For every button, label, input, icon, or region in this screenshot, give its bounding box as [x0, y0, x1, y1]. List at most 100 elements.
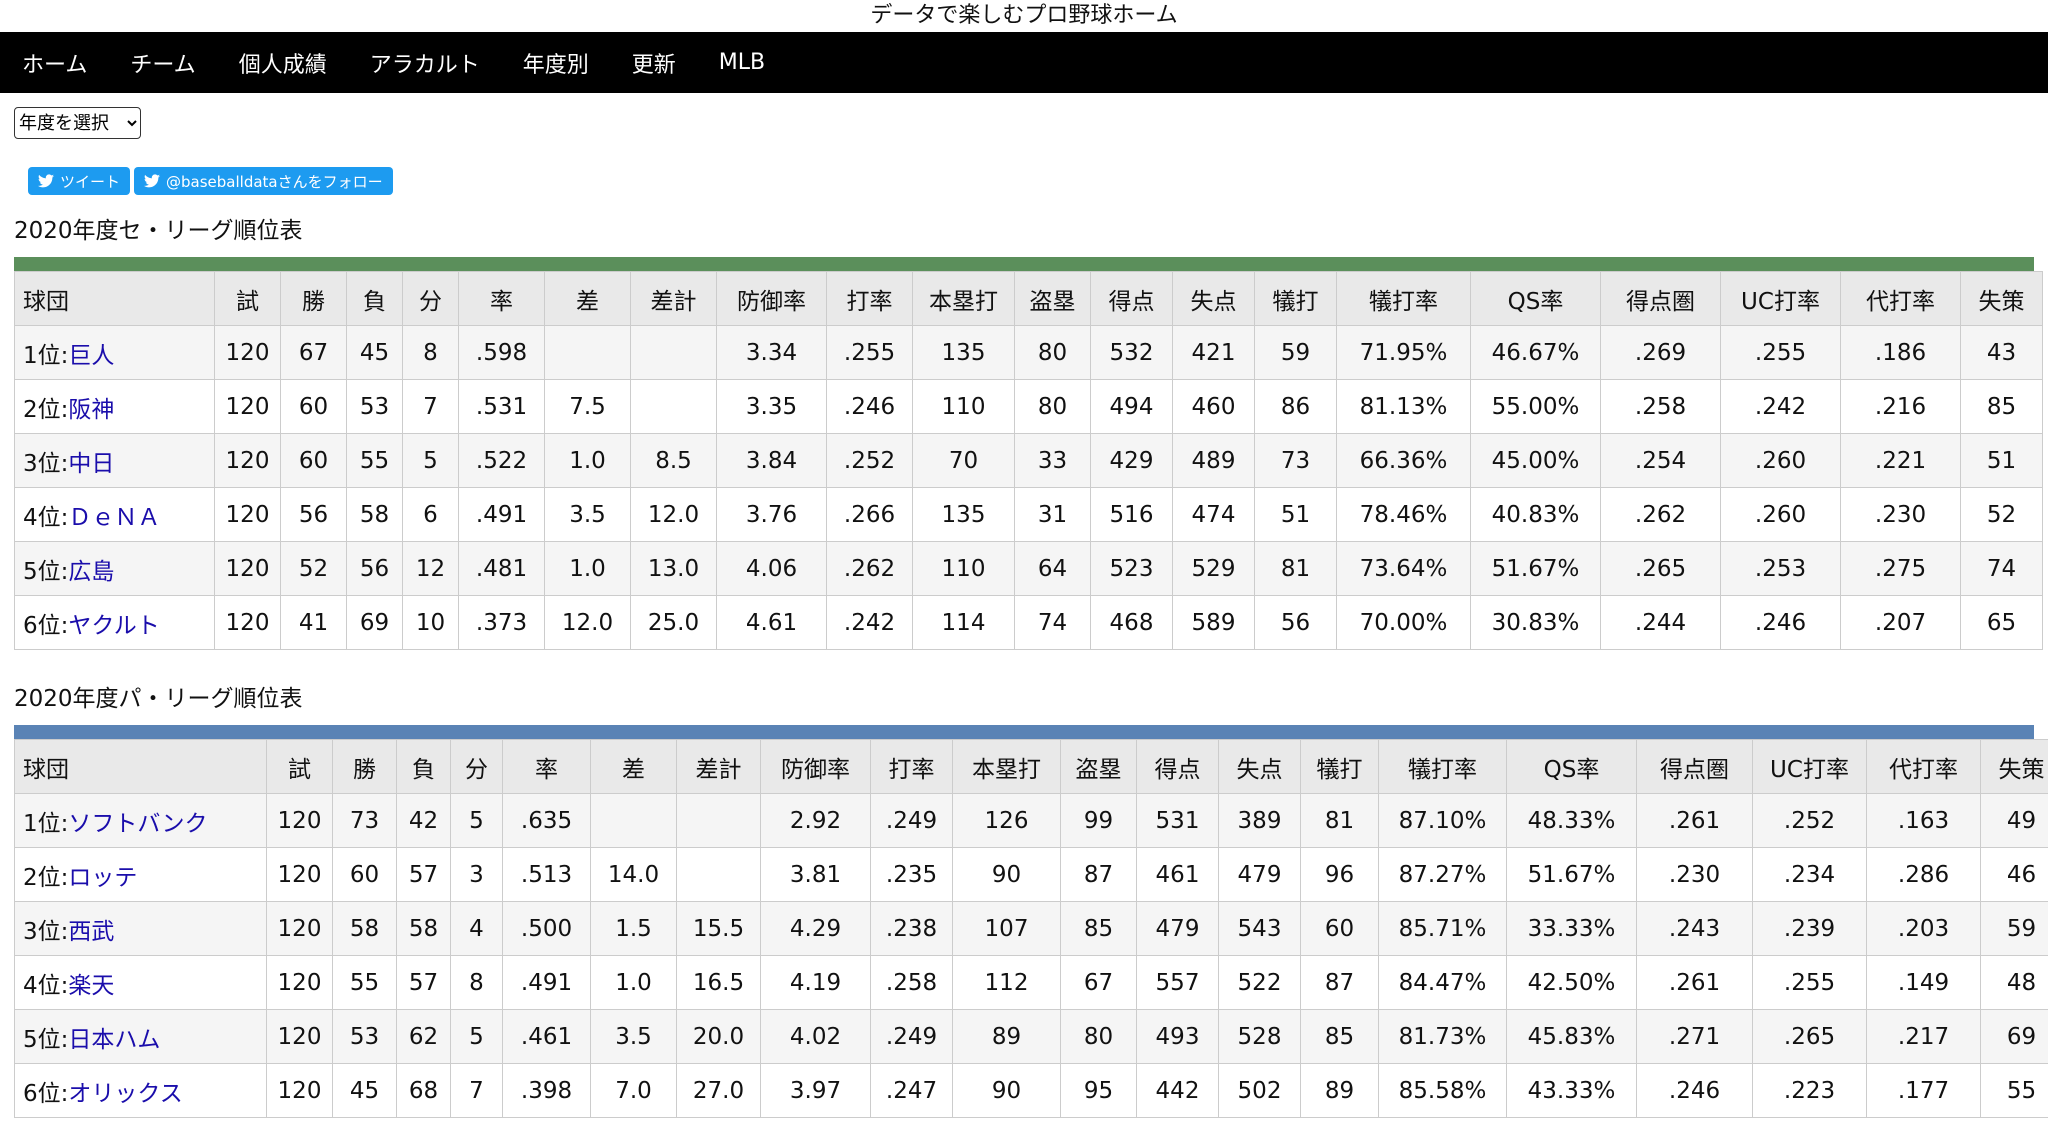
cell-sac-pct: 66.36% — [1336, 433, 1471, 488]
cell-hr: 89 — [952, 1009, 1061, 1064]
cell-errors: 55 — [1980, 1063, 2048, 1118]
team-link[interactable]: ヤクルト — [68, 613, 159, 639]
cell-risp: .230 — [1636, 847, 1753, 902]
cell-qs-pct: 46.67% — [1470, 325, 1601, 380]
cell-qs-pct: 51.67% — [1506, 847, 1637, 902]
team-link[interactable]: ＤｅＮＡ — [68, 505, 160, 531]
column-header-hr: 本塁打 — [912, 271, 1015, 326]
cell-runs: 532 — [1090, 325, 1173, 380]
team-link[interactable]: ソフトバンク — [68, 811, 207, 837]
cell-hr: 110 — [912, 541, 1015, 596]
cell-sac-pct: 85.58% — [1378, 1063, 1507, 1118]
table-row: 6位:ヤクルト 120 41 69 10.373 12.0 25.0 4.61.242 114 7… — [14, 595, 2043, 650]
cell-losses: 69 — [346, 595, 403, 650]
cell-avg: .249 — [870, 1009, 953, 1064]
rank-label: 3位: — [23, 450, 69, 477]
team-link[interactable]: 巨人 — [68, 343, 114, 369]
cell-sac: 87 — [1300, 955, 1379, 1010]
cell-pct: .635 — [502, 793, 591, 848]
cell-sb: 74 — [1014, 595, 1091, 650]
cell-avg: .249 — [870, 793, 953, 848]
cell-draws: 8 — [450, 955, 503, 1010]
cell-draws: 7 — [402, 379, 459, 434]
column-header-team: 球団 — [14, 739, 267, 794]
nav-mlb[interactable]: MLB — [697, 50, 786, 75]
nav-updates[interactable]: 更新 — [610, 47, 697, 79]
team-link[interactable]: 中日 — [68, 451, 114, 477]
cell-gb-total: 12.0 — [630, 487, 717, 542]
cell-games: 120 — [214, 487, 281, 542]
cell-uc-avg: .255 — [1720, 325, 1841, 380]
column-header-avg: 打率 — [870, 739, 953, 794]
cell-uc-avg: .252 — [1752, 793, 1867, 848]
cell-sac: 59 — [1254, 325, 1337, 380]
nav-team[interactable]: チーム — [108, 47, 216, 79]
column-header-losses: 負 — [396, 739, 451, 794]
year-select[interactable]: 年度を選択 — [14, 107, 141, 139]
cell-risp: .243 — [1636, 901, 1753, 956]
team-link[interactable]: ロッテ — [68, 865, 137, 891]
cell-errors: 51 — [1960, 433, 2043, 488]
nav-by-year[interactable]: 年度別 — [501, 47, 610, 79]
cell-gb-total — [676, 847, 761, 902]
cell-runs: 531 — [1136, 793, 1219, 848]
cell-runs-allowed: 543 — [1218, 901, 1301, 956]
team-link[interactable]: 楽天 — [68, 973, 114, 999]
follow-label: @baseballdataさんをフォロー — [166, 172, 383, 191]
nav-alacarte[interactable]: アラカルト — [348, 47, 501, 79]
tweet-button[interactable]: ツイート — [28, 167, 131, 195]
cell-avg: .252 — [826, 433, 913, 488]
cell-wins: 55 — [332, 955, 397, 1010]
cell-sac: 85 — [1300, 1009, 1379, 1064]
team-cell: 2位:ロッテ — [14, 847, 267, 902]
table-row: 1位:巨人 120 67 45 8.598 3.34.255 135 80 532 421 59 71… — [14, 325, 2043, 380]
table-header-row: 球団試勝負分率差差計 防御率 打率 本塁打 盗塁 得点 失点 犠打 犠打率 QS率 得点圏 UC打率代… — [14, 271, 2043, 326]
twitter-bird-icon — [144, 174, 161, 188]
cell-losses: 58 — [396, 901, 451, 956]
cell-risp: .261 — [1636, 955, 1753, 1010]
team-link[interactable]: 西武 — [68, 919, 114, 945]
nav-individual-stats[interactable]: 個人成績 — [217, 47, 348, 79]
cell-avg: .238 — [870, 901, 953, 956]
column-header-sac-pct: 犠打率 — [1336, 271, 1471, 326]
column-header-pct: 率 — [502, 739, 591, 794]
cell-hr: 112 — [952, 955, 1061, 1010]
nav-home[interactable]: ホーム — [0, 47, 108, 79]
rank-label: 2位: — [23, 864, 69, 891]
column-header-draws: 分 — [450, 739, 503, 794]
team-link[interactable]: 広島 — [68, 559, 114, 585]
cell-hr: 126 — [952, 793, 1061, 848]
cell-sac-pct: 87.10% — [1378, 793, 1507, 848]
cell-sac: 86 — [1254, 379, 1337, 434]
cell-pct: .522 — [458, 433, 545, 488]
cell-gb-total — [630, 379, 717, 434]
cell-ph-avg: .177 — [1866, 1063, 1981, 1118]
cell-runs-allowed: 489 — [1172, 433, 1255, 488]
cell-pct: .598 — [458, 325, 545, 380]
table-row: 5位:広島 120 52 56 12.481 1.0 13.0 4.06.262 110 64 52… — [14, 541, 2043, 596]
cell-risp: .258 — [1600, 379, 1721, 434]
team-link[interactable]: 阪神 — [68, 397, 114, 423]
social-buttons: ツイート @baseballdataさんをフォロー — [28, 167, 393, 195]
cell-sac-pct: 84.47% — [1378, 955, 1507, 1010]
site-title: データで楽しむプロ野球ホーム — [870, 3, 1178, 28]
cell-qs-pct: 42.50% — [1506, 955, 1637, 1010]
team-link[interactable]: オリックス — [68, 1081, 182, 1107]
cell-hr: 135 — [912, 487, 1015, 542]
cell-risp: .271 — [1636, 1009, 1753, 1064]
cell-gb: 7.5 — [544, 379, 631, 434]
cell-qs-pct: 45.00% — [1470, 433, 1601, 488]
follow-button[interactable]: @baseballdataさんをフォロー — [134, 167, 393, 195]
cell-pct: .461 — [502, 1009, 591, 1064]
team-link[interactable]: 日本ハム — [68, 1027, 160, 1053]
cell-sb: 85 — [1060, 901, 1137, 956]
cell-sb: 80 — [1014, 379, 1091, 434]
table-row: 2位:阪神 120 60 53 7.531 7.5 3.35.246 110 80 494 460 8… — [14, 379, 2043, 434]
cell-errors: 69 — [1980, 1009, 2048, 1064]
cell-qs-pct: 55.00% — [1470, 379, 1601, 434]
cell-ph-avg: .207 — [1840, 595, 1961, 650]
controls-area: 年度を選択 ツイート @baseballdataさんをフォロー — [0, 93, 2048, 245]
cell-ph-avg: .221 — [1840, 433, 1961, 488]
cell-gb: 12.0 — [544, 595, 631, 650]
team-cell: 3位:中日 — [14, 433, 215, 488]
